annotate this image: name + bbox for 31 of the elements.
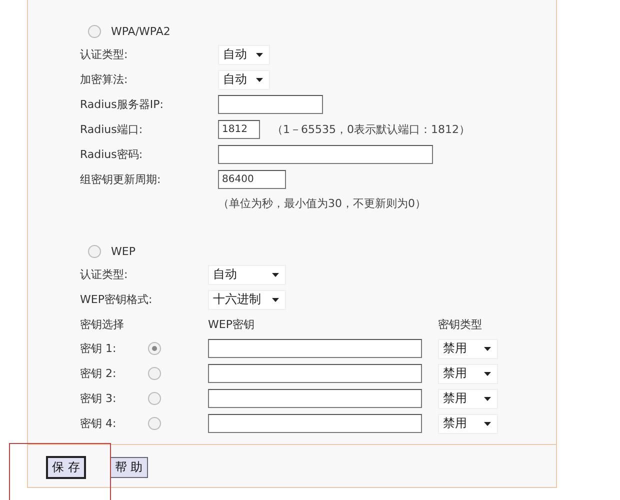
select-dropdown[interactable]: 禁用 — [438, 388, 498, 408]
action-button[interactable]: 保 存 — [46, 456, 86, 478]
field-label: Radius端口: — [80, 122, 144, 137]
input-field[interactable]: 1812 — [218, 120, 260, 139]
select-dropdown[interactable]: 自动 — [218, 70, 270, 90]
select-dropdown[interactable]: 禁用 — [438, 364, 498, 384]
field-label: 加密算法: — [80, 72, 129, 87]
field-label: 认证类型: — [80, 267, 129, 282]
column-header: 密钥类型 — [438, 316, 482, 332]
input-field[interactable]: 86400 — [218, 170, 286, 189]
key-label: 密钥 3: — [80, 391, 118, 406]
section-label: WEP — [111, 244, 136, 258]
section-label: WPA/WPA2 — [111, 24, 170, 38]
field-label: 认证类型: — [80, 47, 129, 62]
select-dropdown[interactable]: 禁用 — [438, 414, 498, 434]
select-dropdown[interactable]: 十六进制 — [208, 290, 286, 310]
select-dropdown[interactable]: 禁用 — [438, 338, 498, 358]
column-header: 密钥选择 — [80, 316, 125, 332]
field-label: Radius服务器IP: — [80, 97, 164, 112]
key-label: 密钥 1: — [80, 341, 118, 356]
field-label: WEP密钥格式: — [80, 292, 154, 307]
select-dropdown[interactable]: 自动 — [208, 264, 286, 284]
hint-text: （单位为秒，最小值为30，不更新则为0） — [218, 196, 426, 210]
hint-text: （1－65535，0表示默认端口：1812） — [272, 122, 470, 137]
field-label: 组密钥更新周期: — [80, 172, 162, 187]
column-header: WEP密钥 — [208, 316, 256, 332]
key-label: 密钥 4: — [80, 416, 118, 431]
field-label: Radius密码: — [80, 147, 144, 162]
action-button[interactable]: 帮 助 — [110, 456, 148, 478]
select-dropdown[interactable]: 自动 — [218, 44, 270, 64]
key-label: 密钥 2: — [80, 366, 118, 381]
